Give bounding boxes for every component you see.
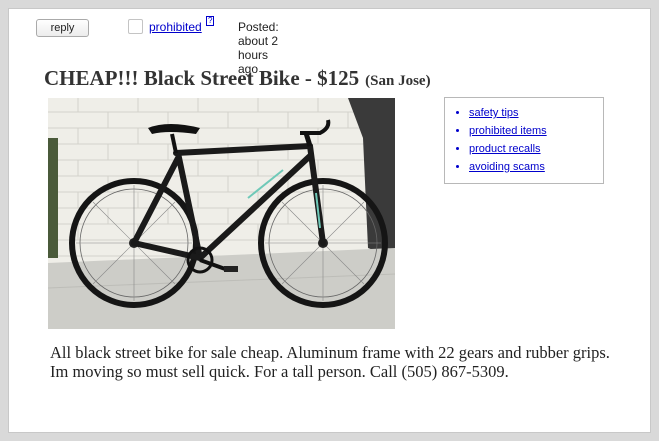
help-icon[interactable]: ? — [206, 16, 215, 26]
posting-body: All black street bike for sale cheap. Al… — [50, 343, 610, 381]
tip-link-avoiding-scams[interactable]: avoiding scams — [469, 158, 603, 176]
tip-link-prohibited-items[interactable]: prohibited items — [469, 122, 603, 140]
tip-link-product-recalls[interactable]: product recalls — [469, 140, 603, 158]
prohibited-flag-checkbox[interactable] — [128, 19, 143, 34]
posting-title: CHEAP!!! Black Street Bike - $125 (San Jo… — [44, 66, 431, 91]
reply-button[interactable]: reply — [36, 19, 89, 37]
prohibited-flag-link[interactable]: prohibited — [149, 20, 202, 34]
safety-tips-list: safety tips prohibited items product rec… — [445, 104, 603, 176]
tip-link-safety-tips[interactable]: safety tips — [469, 104, 603, 122]
posting-location: (San Jose) — [365, 73, 431, 89]
bike-photo[interactable] — [48, 98, 395, 329]
posting-title-text: CHEAP!!! Black Street Bike - $125 — [44, 66, 360, 90]
safety-tips-panel: safety tips prohibited items product rec… — [444, 97, 604, 184]
